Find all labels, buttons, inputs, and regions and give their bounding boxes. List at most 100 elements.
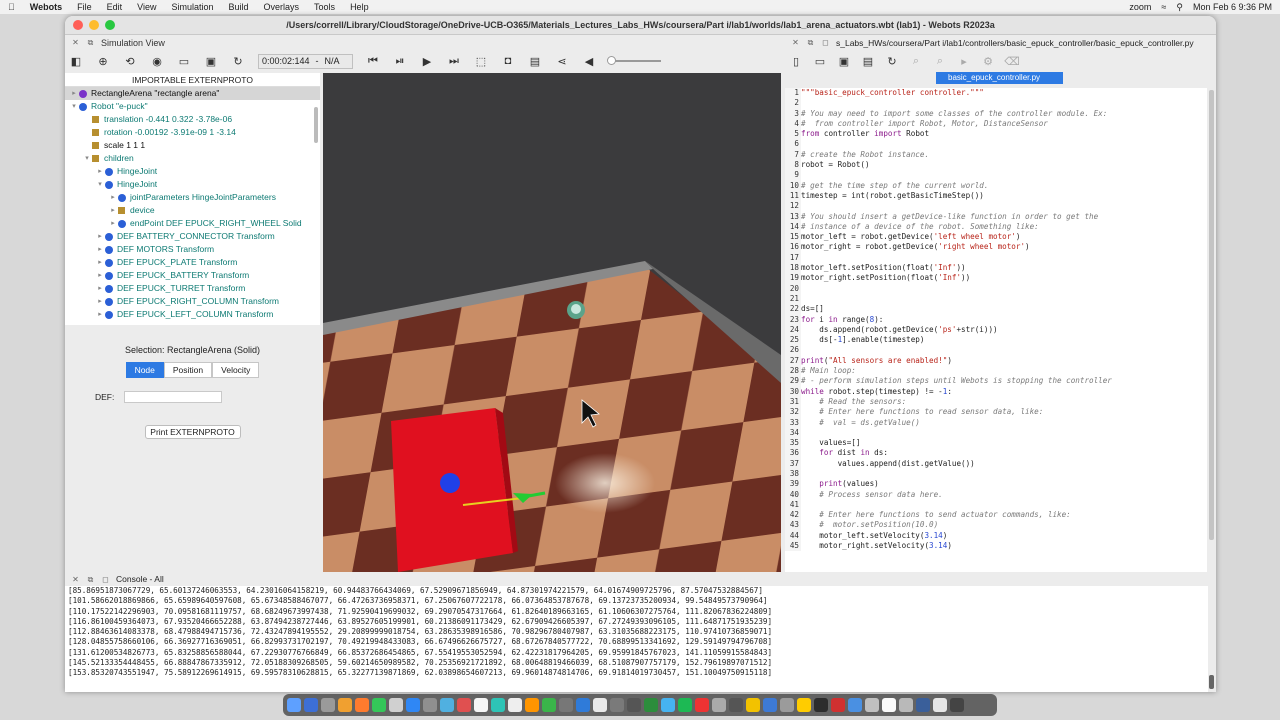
menu-app-name[interactable]: Webots (30, 2, 62, 12)
save-icon[interactable]: ▣ (204, 54, 218, 68)
dock-app-icon[interactable] (406, 698, 420, 712)
code-area[interactable]: 1 """basic_epuck_controller controller.""… (785, 88, 1207, 572)
volume-slider[interactable] (607, 56, 661, 65)
console-output[interactable]: [85.86951873067729, 65.60137246063553, 6… (65, 586, 1208, 692)
expand-arrow-icon[interactable]: ▸ (95, 282, 105, 295)
step-back-icon[interactable]: ⏮ (366, 54, 380, 68)
dock-app-icon[interactable] (372, 698, 386, 712)
console-scrollbar[interactable] (1209, 675, 1214, 689)
dock-app-icon[interactable] (593, 698, 607, 712)
zoom-label[interactable]: zoom (1129, 2, 1151, 12)
dock-app-icon[interactable] (695, 698, 709, 712)
dock-app-icon[interactable] (304, 698, 318, 712)
add-node-icon[interactable]: ⊕ (96, 54, 110, 68)
dock-app-icon[interactable] (831, 698, 845, 712)
dock-app-icon[interactable] (491, 698, 505, 712)
menu-help[interactable]: Help (350, 2, 369, 12)
dock-app-icon[interactable] (440, 698, 454, 712)
expand-arrow-icon[interactable]: ▸ (95, 230, 105, 243)
dock-app-icon[interactable] (287, 698, 301, 712)
dock-app-icon[interactable] (423, 698, 437, 712)
def-input[interactable] (124, 391, 223, 403)
dock-app-icon[interactable] (797, 698, 811, 712)
search-icon[interactable]: ⚲ (1176, 2, 1183, 13)
record-movie-icon[interactable]: ▤ (528, 54, 542, 68)
maximize-editor-icon[interactable]: ◻ (821, 38, 830, 47)
save-as-icon[interactable]: ▤ (861, 54, 875, 68)
dock-app-icon[interactable] (542, 698, 556, 712)
dock-app-icon[interactable] (576, 698, 590, 712)
sound-icon[interactable]: ◀ (582, 54, 596, 68)
new-file-icon[interactable]: ▯ (789, 54, 803, 68)
dock-app-icon[interactable] (882, 698, 896, 712)
dock-app-icon[interactable] (933, 698, 947, 712)
tab-basic-epuck-controller[interactable]: basic_epuck_controller.py (936, 72, 1063, 84)
3d-viewport[interactable] (323, 73, 781, 572)
tree-node[interactable]: ▸ DEF MOTORS Transform (65, 243, 320, 256)
scene-tree-scrollbar[interactable] (314, 107, 318, 143)
menu-file[interactable]: File (77, 2, 92, 12)
dock-app-icon[interactable] (474, 698, 488, 712)
expand-arrow-icon[interactable]: ▸ (95, 256, 105, 269)
tree-node[interactable]: translation -0.441 0.322 -3.78e-06 (65, 113, 320, 126)
dock-app-icon[interactable] (355, 698, 369, 712)
dock-app-icon[interactable] (848, 698, 862, 712)
dock-app-icon[interactable] (610, 698, 624, 712)
tree-node[interactable]: ▸ device (65, 204, 320, 217)
dock-app-icon[interactable] (780, 698, 794, 712)
expand-arrow-icon[interactable]: ▸ (95, 269, 105, 282)
tree-node[interactable]: ▾ HingeJoint (65, 178, 320, 191)
dock-app-icon[interactable] (644, 698, 658, 712)
revert-icon[interactable]: ↻ (885, 54, 899, 68)
step-icon[interactable]: ⏯ (393, 54, 407, 68)
dock-app-icon[interactable] (389, 698, 403, 712)
menu-tools[interactable]: Tools (314, 2, 335, 12)
close-console-icon[interactable]: ✕ (71, 575, 80, 584)
dock-app-icon[interactable] (338, 698, 352, 712)
expand-arrow-icon[interactable]: ▸ (95, 295, 105, 308)
expand-arrow-icon[interactable]: ▸ (108, 191, 118, 204)
screenshot-icon[interactable]: ◘ (501, 54, 515, 68)
dock-app-icon[interactable] (661, 698, 675, 712)
dock-app-icon[interactable] (899, 698, 913, 712)
datetime[interactable]: Mon Feb 6 9:36 PM (1193, 2, 1272, 12)
tree-node[interactable]: ▾ children (65, 152, 320, 165)
volume-slider-thumb[interactable] (607, 56, 616, 65)
tree-node[interactable]: ▸ RectangleArena "rectangle arena" (65, 87, 320, 100)
dock-app-icon[interactable] (627, 698, 641, 712)
reload-icon[interactable]: ↻ (231, 54, 245, 68)
clean-icon[interactable]: ⌫ (1004, 54, 1020, 68)
tree-node[interactable]: rotation -0.00192 -3.91e-09 1 -3.14 (65, 126, 320, 139)
3d-scene[interactable] (323, 73, 781, 572)
fast-forward-icon[interactable]: ⏭ (447, 54, 461, 68)
rotation-handle[interactable] (440, 473, 460, 493)
menu-view[interactable]: View (137, 2, 156, 12)
dock-app-icon[interactable] (678, 698, 692, 712)
reset-view-icon[interactable]: ⟲ (123, 54, 137, 68)
view-3d-icon[interactable]: ⬚ (474, 54, 488, 68)
tree-node[interactable]: ▾ Robot "e-puck" (65, 100, 320, 113)
replace-icon[interactable]: ⌕ (933, 54, 947, 68)
float-panel-icon[interactable]: ⧉ (86, 38, 95, 47)
dock-app-icon[interactable] (559, 698, 573, 712)
dock-app-icon[interactable] (508, 698, 522, 712)
menu-overlays[interactable]: Overlays (264, 2, 300, 12)
dock-app-icon[interactable] (763, 698, 777, 712)
expand-arrow-icon[interactable]: ▾ (95, 178, 105, 191)
editor-scrollbar[interactable] (1209, 90, 1214, 540)
float-console-icon[interactable]: ⧉ (86, 575, 95, 584)
open-folder-icon[interactable]: ▭ (177, 54, 191, 68)
expand-arrow-icon[interactable]: ▸ (108, 217, 118, 230)
tree-node[interactable]: ▸ jointParameters HingeJointParameters (65, 191, 320, 204)
tree-node[interactable]: ▸ DEF BATTERY_CONNECTOR Transform (65, 230, 320, 243)
tree-node[interactable]: ▸ DEF EPUCK_BATTERY Transform (65, 269, 320, 282)
scene-tree-header[interactable]: IMPORTABLE EXTERNPROTO (65, 73, 320, 87)
dock-app-icon[interactable] (865, 698, 879, 712)
tree-node[interactable]: ▸ HingeJoint (65, 165, 320, 178)
dock-app-icon[interactable] (916, 698, 930, 712)
tab-position[interactable]: Position (163, 362, 213, 378)
tree-node[interactable]: ▸ DEF EPUCK_LEFT_COLUMN Transform (65, 308, 320, 321)
find-icon[interactable]: ⌕ (909, 54, 923, 68)
apple-icon[interactable]:  (8, 2, 15, 12)
expand-arrow-icon[interactable]: ▸ (95, 308, 105, 321)
